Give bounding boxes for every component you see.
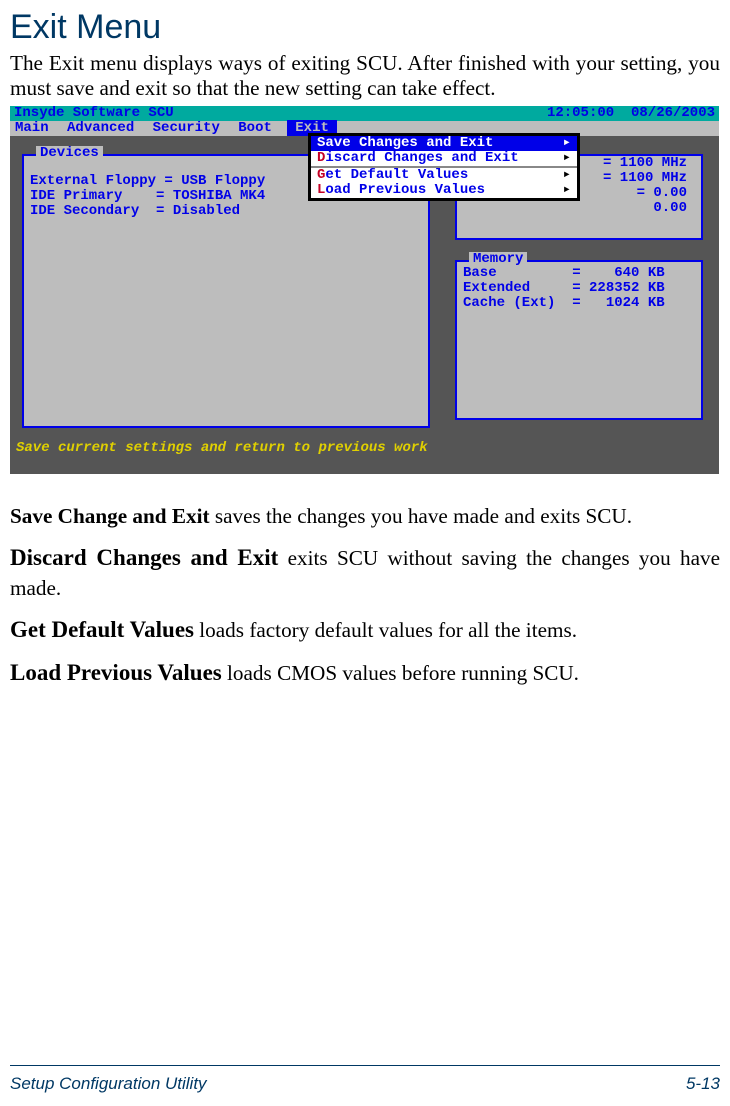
footer-left: Setup Configuration Utility [10, 1074, 207, 1094]
intro-text: The Exit menu displays ways of exiting S… [10, 51, 720, 102]
desc-load-previous: Load Previous Values loads CMOS values b… [10, 657, 720, 688]
chevron-right-icon: ▸ [563, 168, 571, 183]
desc-save-change: Save Change and Exit saves the changes y… [10, 502, 720, 531]
memory-line: Cache (Ext) = 1024 KB [457, 296, 701, 311]
exit-discard-and-exit[interactable]: Discard Changes and Exit ▸ [311, 151, 577, 166]
page-title: Exit Menu [10, 8, 720, 47]
exit-get-default[interactable]: Get Default Values ▸ [311, 168, 577, 183]
exit-save-and-exit[interactable]: Save Changes and Exit ▸ [311, 136, 577, 151]
bios-help-text: Save current settings and return to prev… [16, 441, 428, 456]
desc-discard-changes: Discard Changes and Exit exits SCU witho… [10, 542, 720, 602]
bios-app-title: Insyde Software SCU [14, 106, 174, 121]
device-line: IDE Secondary = Disabled [24, 204, 428, 219]
desc-get-default: Get Default Values loads factory default… [10, 614, 720, 645]
menu-boot[interactable]: Boot [235, 120, 279, 136]
exit-dropdown[interactable]: Save Changes and Exit ▸ Discard Changes … [308, 133, 580, 201]
cpu-line: 0.00 [457, 201, 693, 216]
footer-page-number: 5-13 [686, 1074, 720, 1094]
memory-panel: Memory Base = 640 KB Extended = 228352 K… [455, 260, 703, 420]
bios-date: 08/26/2003 [631, 105, 715, 121]
footer-rule [10, 1065, 720, 1066]
bios-titlebar: Insyde Software SCU 12:05:00 08/26/2003 [10, 106, 719, 121]
memory-line: Base = 640 KB [457, 266, 701, 281]
memory-line: Extended = 228352 KB [457, 281, 701, 296]
memory-title: Memory [469, 252, 527, 267]
menu-security[interactable]: Security [150, 120, 227, 136]
menu-advanced[interactable]: Advanced [64, 120, 141, 136]
chevron-right-icon: ▸ [563, 136, 571, 151]
bios-screenshot: Insyde Software SCU 12:05:00 08/26/2003 … [10, 106, 719, 474]
bios-time: 12:05:00 [547, 105, 614, 121]
chevron-right-icon: ▸ [563, 151, 571, 166]
devices-title: Devices [36, 146, 103, 161]
exit-load-previous[interactable]: Load Previous Values ▸ [311, 183, 577, 198]
menu-main[interactable]: Main [12, 120, 56, 136]
chevron-right-icon: ▸ [563, 183, 571, 198]
page-footer: Setup Configuration Utility 5-13 [10, 1074, 720, 1094]
